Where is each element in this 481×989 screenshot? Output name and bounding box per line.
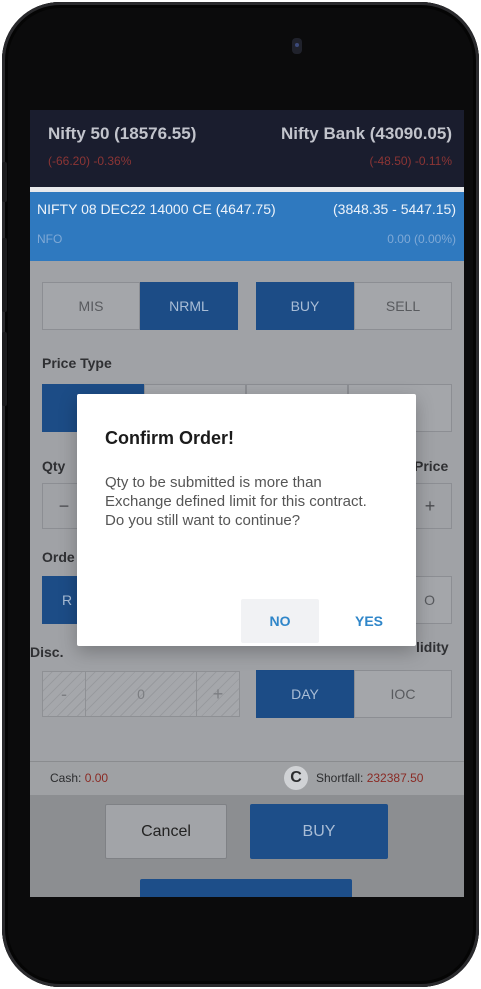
phone-frame: Nifty 50 (18576.55) (-66.20) -0.36% Nift… — [2, 2, 479, 987]
index-nifty50-change: (-66.20) -0.36% — [48, 154, 132, 168]
instrument-price-range: (3848.35 - 5447.15) — [333, 201, 456, 217]
disc-qty-value: 0 — [85, 671, 197, 717]
instrument-exchange: NFO — [37, 232, 63, 246]
volume-down-button — [2, 332, 7, 406]
product-mis-button[interactable]: MIS — [42, 282, 140, 330]
buy-toggle-button[interactable]: BUY — [256, 282, 354, 330]
shortfall-label-text: Shortfall: — [316, 771, 367, 785]
price-label: Price — [414, 458, 449, 474]
confirm-order-dialog: Confirm Order! Qty to be submitted is mo… — [77, 394, 416, 646]
buy-submit-button[interactable]: BUY — [250, 804, 388, 859]
instrument-change: 0.00 (0.00%) — [387, 232, 456, 246]
mute-switch — [2, 162, 7, 202]
dialog-yes-button[interactable]: YES — [339, 599, 399, 643]
index-niftybank[interactable]: Nifty Bank (43090.05) — [281, 124, 452, 144]
cash-label-text: Cash: — [50, 771, 85, 785]
validity-label: lidity — [416, 639, 449, 655]
order-footer: Cash: 0.00 C Shortfall: 232387.50 Cancel… — [30, 761, 464, 897]
additional-action-button[interactable] — [140, 879, 352, 897]
disclosed-qty-label: Disc. — [30, 644, 64, 660]
index-nifty50[interactable]: Nifty 50 (18576.55) — [48, 124, 196, 144]
index-niftybank-change: (-48.50) -0.11% — [369, 154, 452, 168]
dialog-no-button[interactable]: NO — [241, 599, 319, 643]
instrument-header: NIFTY 08 DEC22 14000 CE (4647.75) (3848.… — [30, 192, 464, 261]
disc-qty-increment-button: + — [196, 671, 240, 717]
order-type-label: Orde — [42, 549, 75, 565]
validity-ioc-button[interactable]: IOC — [354, 670, 452, 718]
app-screen: Nifty 50 (18576.55) (-66.20) -0.36% Nift… — [30, 110, 464, 897]
shortfall-label: Shortfall: 232387.50 — [316, 771, 423, 785]
cash-value: 0.00 — [84, 771, 109, 785]
cancel-button[interactable]: Cancel — [105, 804, 227, 859]
cash-label: Cash: 0.00 — [50, 771, 108, 785]
instrument-name: NIFTY 08 DEC22 14000 CE (4647.75) — [37, 201, 276, 217]
validity-day-button[interactable]: DAY — [256, 670, 354, 718]
qty-label: Qty — [42, 458, 66, 474]
index-ticker-bar: Nifty 50 (18576.55) (-66.20) -0.36% Nift… — [30, 110, 464, 187]
price-type-label: Price Type — [42, 355, 112, 371]
refresh-icon[interactable]: C — [284, 766, 308, 790]
margin-summary-row: Cash: 0.00 C Shortfall: 232387.50 — [30, 761, 464, 795]
volume-up-button — [2, 238, 7, 312]
dialog-message: Qty to be submitted is more than Exchang… — [105, 474, 367, 529]
product-nrml-button[interactable]: NRML — [140, 282, 238, 330]
shortfall-value: 232387.50 — [366, 771, 424, 785]
disc-qty-decrement-button: - — [42, 671, 86, 717]
front-camera — [292, 38, 302, 54]
dialog-title: Confirm Order! — [105, 428, 235, 448]
sell-toggle-button[interactable]: SELL — [354, 282, 452, 330]
